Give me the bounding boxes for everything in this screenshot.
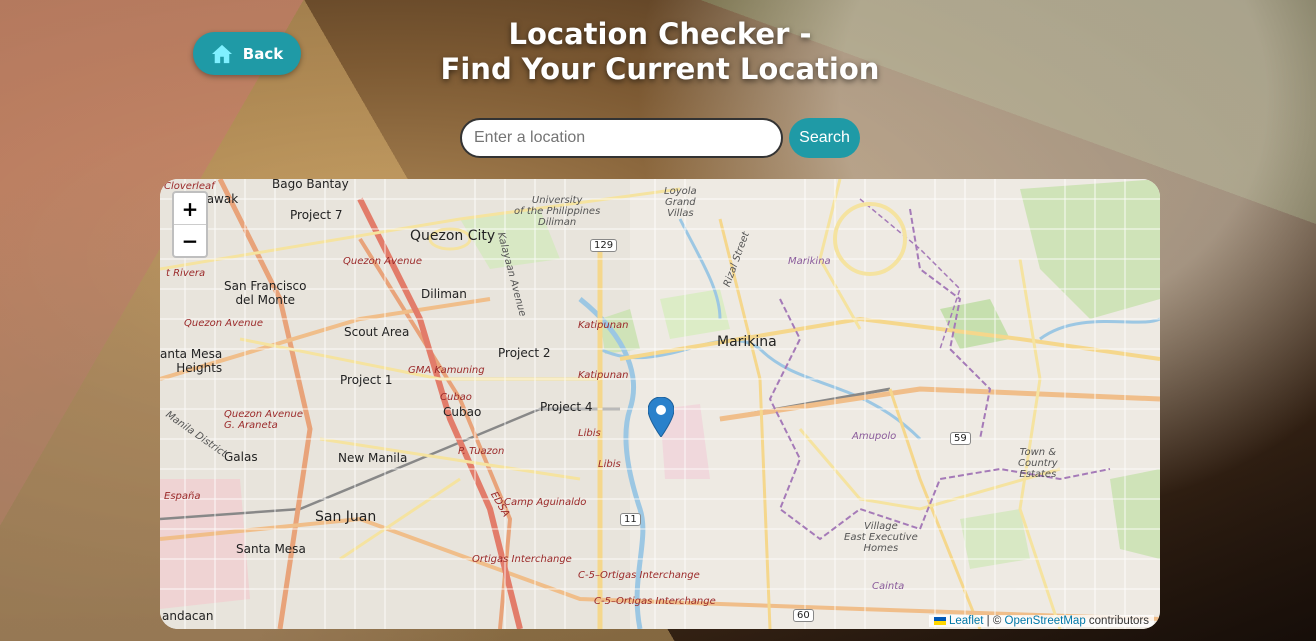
map-label-up-diliman-1: University — [531, 195, 583, 206]
map-label-up-diliman-2: of the Philippines — [514, 206, 601, 217]
map-label-gma-kamuning: GMA Kamuning — [408, 365, 485, 376]
map-label-santa-mesa: Santa Mesa — [236, 542, 306, 556]
page-title: Location Checker - Find Your Current Loc… — [380, 17, 940, 87]
attribution-separator: | © — [983, 615, 1005, 627]
map-label-diliman: Diliman — [421, 287, 467, 301]
map-label-town-country-1: Town & — [1019, 447, 1057, 458]
map-label-cubao-road: Cubao — [440, 392, 472, 403]
map-label-libis-2: Libis — [598, 459, 621, 470]
map-attribution: Leaflet | © OpenStreetMap contributors — [928, 615, 1154, 627]
map-label-santa-mesa-heights: anta Mesa Heights — [160, 347, 222, 375]
zoom-in-button[interactable]: + — [174, 193, 206, 224]
leaflet-link[interactable]: Leaflet — [949, 615, 984, 627]
zoom-out-button[interactable]: − — [174, 224, 206, 256]
attribution-contributors: contributors — [1085, 615, 1149, 627]
page-title-line1: Location Checker - — [508, 17, 812, 51]
map-label-camp-aguinaldo: Camp Aguinaldo — [504, 497, 587, 508]
map-label-loyola-1: Loyola — [664, 186, 697, 197]
map-label-up-diliman: University of the Philippines Diliman — [514, 195, 600, 228]
map-label-santa-mesa-heights-1: anta Mesa — [160, 347, 223, 361]
map-label-c5-ortigas-1: C-5–Ortigas Interchange — [578, 570, 700, 581]
map-label-marikina-district: Marikina — [788, 256, 831, 267]
map-label-katipunan-2: Katipunan — [578, 370, 629, 381]
map-label-loyola: Loyola Grand Villas — [664, 186, 697, 219]
home-icon — [211, 44, 232, 63]
map-label-project1: Project 1 — [340, 373, 393, 387]
search-button[interactable]: Search — [789, 118, 860, 158]
map-label-town-country-2: Country — [1018, 458, 1058, 469]
map-label-c5-ortigas-2: C-5–Ortigas Interchange — [594, 596, 716, 607]
map-label-town-country-3: Estates — [1019, 469, 1057, 480]
map-label-mandacan: andacan — [162, 609, 214, 623]
map-label-p-tuazon: P. Tuazon — [458, 446, 505, 457]
map-label-araneta: Quezon Avenue G. Araneta — [224, 409, 303, 431]
route-shield-59: 59 — [950, 432, 971, 445]
location-search-input[interactable] — [460, 118, 783, 158]
map-label-rivera: t Rivera — [166, 268, 206, 279]
map-label-san-francisco-2: del Monte — [235, 293, 295, 307]
map-label-san-francisco: San Francisco del Monte — [224, 279, 306, 307]
map-label-town-country: Town & Country Estates — [1018, 447, 1058, 480]
map-label-galas: Galas — [224, 450, 258, 464]
map-label-project2: Project 2 — [498, 346, 551, 360]
map-label-ortigas-interchange: Ortigas Interchange — [472, 554, 572, 565]
ukraine-flag-icon — [933, 616, 946, 625]
map-label-araneta-2: G. Araneta — [224, 420, 278, 431]
map-label-quezon-avenue-1: Quezon Avenue — [343, 256, 422, 267]
map-label-loyola-3: Villas — [667, 208, 694, 219]
map-label-katipunan-1: Katipunan — [578, 320, 629, 331]
map-label-up-diliman-3: Diliman — [538, 217, 577, 228]
map-label-new-manila: New Manila — [338, 451, 408, 465]
zoom-control: + − — [172, 191, 208, 258]
map-label-loyola-2: Grand — [664, 197, 696, 208]
map-label-village-3: Homes — [863, 543, 899, 554]
map-label-cainta: Cainta — [872, 581, 905, 592]
map-label-santa-mesa-heights-2: Heights — [176, 361, 223, 375]
map-label-araneta-1: Quezon Avenue — [224, 409, 303, 420]
map-label-san-francisco-1: San Francisco — [224, 279, 307, 293]
map-label-scout-area: Scout Area — [344, 325, 410, 339]
map-label-marikina: Marikina — [717, 334, 777, 350]
openstreetmap-link[interactable]: OpenStreetMap — [1005, 615, 1086, 627]
map-label-village-1: Village — [863, 521, 898, 532]
map-label-quezon-city: Quezon City — [410, 228, 496, 244]
map-label-project7: Project 7 — [290, 208, 343, 222]
back-button-label: Back — [242, 44, 284, 63]
map-label-village: Village East Executive Homes — [844, 521, 918, 554]
map-label-village-2: East Executive — [844, 532, 918, 543]
map-label-amupolo: Amupolo — [852, 431, 897, 442]
route-shield-11: 11 — [620, 513, 641, 526]
map-label-libis-1: Libis — [578, 428, 601, 439]
map-label-cubao: Cubao — [443, 405, 482, 419]
map-label-san-juan: San Juan — [315, 509, 377, 525]
location-marker-icon[interactable] — [648, 397, 674, 437]
route-shield-129: 129 — [590, 239, 618, 252]
route-shield-60: 60 — [793, 609, 814, 622]
map-label-bago-bantay: Bago Bantay — [272, 179, 349, 191]
back-button[interactable]: Back — [193, 32, 301, 75]
map-label-espana: España — [164, 491, 201, 502]
map-view[interactable]: Bago Bantay Cloverleaf tawak Project 7 Q… — [160, 179, 1160, 629]
page-title-line2: Find Your Current Location — [440, 52, 880, 86]
map-label-project4: Project 4 — [540, 400, 593, 414]
map-label-quezon-avenue-2: Quezon Avenue — [184, 318, 263, 329]
